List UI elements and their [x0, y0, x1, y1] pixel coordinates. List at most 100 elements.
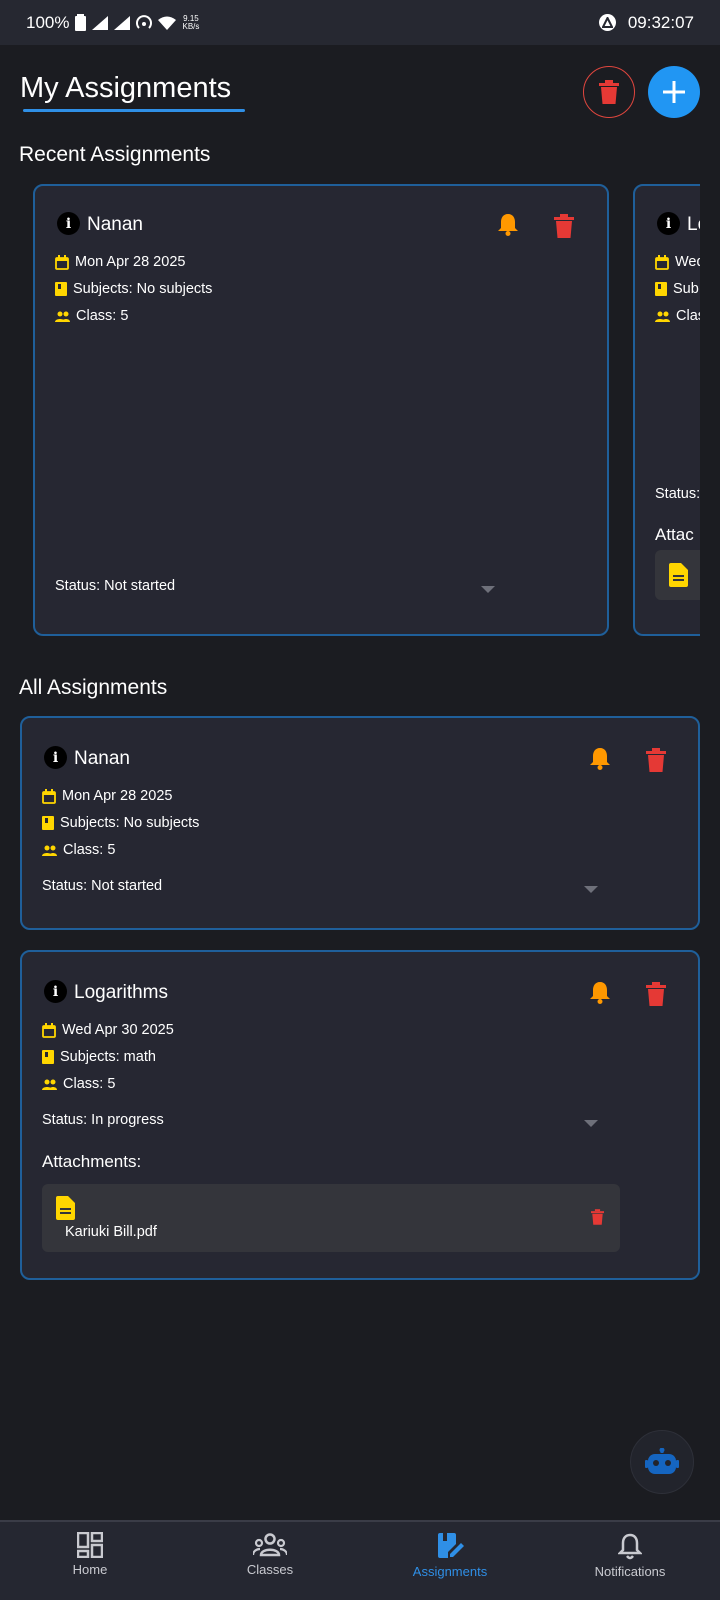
file-icon — [669, 563, 688, 587]
bell-icon[interactable] — [589, 746, 611, 770]
attachment-filename: Kariuki Bill.pdf — [65, 1224, 157, 1240]
trash-icon[interactable] — [554, 214, 574, 238]
date-row: Wed Apr 30 2025 — [42, 1022, 174, 1038]
assignment-title: Nanan — [87, 214, 143, 235]
assignment-class: Class: 5 — [76, 308, 129, 324]
assignment-title: Nanan — [74, 748, 130, 769]
status-dropdown[interactable]: Status: In progress — [42, 1112, 164, 1128]
assignment-class: Class: 5 — [63, 842, 116, 858]
assignment-date: Mon Apr 28 2025 — [62, 788, 173, 804]
nav-assignments[interactable]: Assignments — [360, 1522, 540, 1600]
robot-icon — [645, 1448, 679, 1474]
status-dropdown[interactable]: Status: Not started — [42, 878, 162, 894]
recent-assignment-card-2[interactable]: i Lo Wed Sub Clas Status: Attac — [633, 184, 700, 636]
attachment-item[interactable]: Kariuki Bill.pdf — [42, 1184, 620, 1252]
class-row: Clas — [655, 308, 700, 324]
calendar-icon — [42, 788, 56, 804]
assignment-title: Lo — [687, 214, 700, 235]
nav-home-label: Home — [72, 1562, 108, 1577]
assignment-subjects: Sub — [673, 281, 699, 297]
status-left: 100% 9.15 KB/s — [26, 13, 199, 33]
date-row: Mon Apr 28 2025 — [42, 788, 172, 804]
file-icon — [56, 1196, 75, 1220]
status-dropdown[interactable]: Status: — [655, 486, 700, 502]
people-icon — [42, 1079, 57, 1090]
chevron-down-icon[interactable] — [584, 1120, 598, 1127]
battery-icon — [75, 14, 87, 31]
subjects-row: Subjects: No subjects — [55, 281, 212, 297]
subjects-row: Subjects: math — [42, 1049, 156, 1065]
net-speed: 9.15 KB/s — [182, 13, 200, 31]
assignment-edit-icon — [438, 1533, 464, 1558]
assistant-bot-button[interactable] — [630, 1430, 694, 1494]
assignment-class: Class: 5 — [63, 1076, 116, 1092]
calendar-icon — [42, 1022, 56, 1038]
recent-section-title: Recent Assignments — [19, 143, 211, 166]
book-icon — [55, 282, 67, 296]
bell-icon[interactable] — [589, 980, 611, 1004]
people-icon — [655, 311, 670, 322]
status-dropdown[interactable]: Status: Not started — [55, 578, 175, 594]
assignment-card[interactable]: i Nanan Mon Apr 28 2025 Subjects: No sub… — [20, 716, 700, 930]
assignment-subjects: Subjects: No subjects — [73, 281, 213, 297]
info-icon[interactable]: i — [44, 980, 67, 1003]
attachments-title: Attac — [655, 525, 694, 544]
assignment-date: Wed Apr 30 2025 — [62, 1022, 174, 1038]
class-row: Class: 5 — [42, 842, 115, 858]
nav-notifications[interactable]: Notifications — [540, 1522, 720, 1600]
info-icon[interactable]: i — [44, 746, 67, 769]
status-bar: 100% 9.15 KB/s 09:32:07 — [0, 0, 720, 45]
chevron-down-icon[interactable] — [584, 886, 598, 893]
trash-icon — [599, 80, 619, 104]
nav-classes-label: Classes — [246, 1562, 294, 1577]
assignment-subjects: Subjects: No subjects — [60, 815, 200, 831]
info-icon[interactable]: i — [57, 212, 80, 235]
class-row: Class: 5 — [55, 308, 128, 324]
add-assignment-button[interactable] — [648, 66, 700, 118]
class-row: Class: 5 — [42, 1076, 115, 1092]
subjects-row: Subjects: No subjects — [42, 815, 199, 831]
dashboard-icon — [77, 1532, 103, 1558]
signal-icon-2 — [114, 15, 131, 30]
calendar-icon — [655, 254, 669, 270]
trash-icon[interactable] — [646, 748, 666, 772]
assignment-title: Logarithms — [74, 982, 168, 1003]
nav-assignments-label: Assignments — [412, 1564, 488, 1579]
recent-carousel[interactable]: i Nanan Mon Apr 28 2025 Subjects: No sub… — [0, 180, 700, 640]
attachment-item[interactable] — [655, 550, 700, 600]
bell-outline-icon — [618, 1533, 642, 1560]
chevron-down-icon[interactable] — [481, 586, 495, 593]
assignment-subjects: Subjects: math — [60, 1049, 156, 1065]
subjects-row: Sub — [655, 281, 699, 297]
assignment-class: Clas — [676, 308, 700, 324]
nav-home[interactable]: Home — [0, 1522, 180, 1600]
delete-attachment-icon[interactable] — [591, 1209, 604, 1225]
nav-classes[interactable]: Classes — [180, 1522, 360, 1600]
wifi-icon — [158, 16, 177, 30]
hotspot-icon — [136, 14, 153, 29]
assignment-date: Mon Apr 28 2025 — [75, 254, 186, 270]
people-icon — [42, 845, 57, 856]
date-row: Mon Apr 28 2025 — [55, 254, 185, 270]
bottom-navigation: Home Classes Assignments Notifications — [0, 1520, 720, 1600]
nav-notifications-label: Notifications — [594, 1564, 666, 1579]
recent-assignment-card[interactable]: i Nanan Mon Apr 28 2025 Subjects: No sub… — [33, 184, 609, 636]
plus-icon — [663, 81, 685, 103]
all-section-title: All Assignments — [19, 676, 168, 699]
calendar-icon — [55, 254, 69, 270]
book-icon — [42, 816, 54, 830]
delete-all-button[interactable] — [583, 66, 635, 118]
signal-icon — [92, 15, 109, 30]
page-title: My Assignments — [20, 72, 232, 104]
info-icon[interactable]: i — [657, 212, 680, 235]
assignment-card[interactable]: i Logarithms Wed Apr 30 2025 Subjects: m… — [20, 950, 700, 1280]
people-icon — [55, 311, 70, 322]
status-right: 09:32:07 — [598, 13, 694, 33]
book-icon — [42, 1050, 54, 1064]
assignment-date: Wed — [675, 254, 700, 270]
bell-icon[interactable] — [497, 212, 519, 236]
groups-icon — [253, 1533, 287, 1557]
date-row: Wed — [655, 254, 700, 270]
title-underline — [23, 109, 245, 112]
trash-icon[interactable] — [646, 982, 666, 1006]
